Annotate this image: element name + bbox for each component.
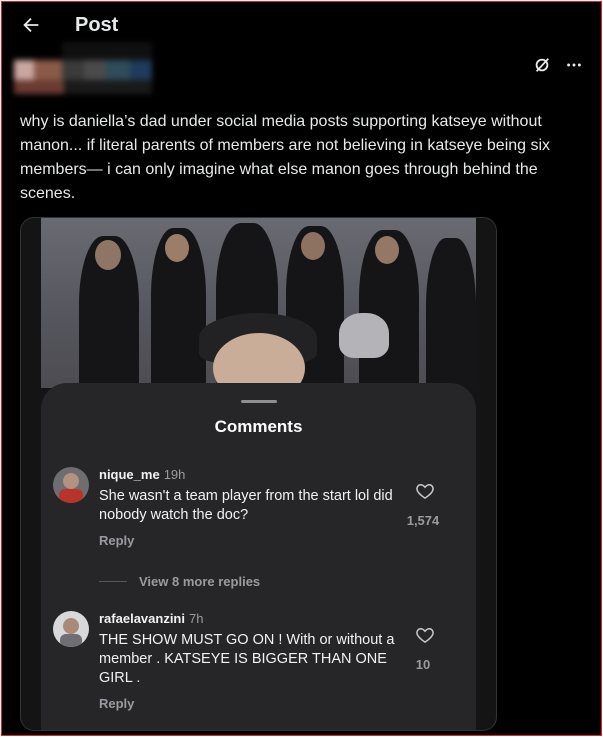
post-media[interactable]: Comments nique_me 19h She wasn't a team p… <box>20 217 497 731</box>
sheet-handle[interactable] <box>241 400 277 403</box>
heart-icon[interactable] <box>415 625 435 645</box>
avatar[interactable] <box>53 611 89 647</box>
like-count: 1,574 <box>406 513 440 528</box>
avatar[interactable] <box>53 467 89 503</box>
reply-button[interactable]: Reply <box>99 533 134 548</box>
reply-button[interactable]: Reply <box>99 696 134 711</box>
comment-username[interactable]: rafaelavanzini 7h <box>99 611 203 626</box>
divider <box>99 581 127 582</box>
post-actions <box>533 56 583 74</box>
heart-icon[interactable] <box>415 481 435 501</box>
like-count: 10 <box>415 657 431 672</box>
comments-title: Comments <box>214 417 303 436</box>
grok-icon[interactable] <box>533 56 551 74</box>
comment-username[interactable]: nique_me 19h <box>99 467 185 482</box>
comment-time: 7h <box>189 611 204 626</box>
comment-text: THE SHOW MUST GO ON ! With or without a … <box>99 632 395 686</box>
comment-time: 19h <box>163 467 186 482</box>
post-screen: Post why is daniella’s dad under social … <box>1 1 602 736</box>
view-more-label: View 8 more replies <box>139 574 261 589</box>
page-title: Post <box>75 14 119 36</box>
blurred-user-info <box>2 40 162 94</box>
view-more-replies-button[interactable]: View 8 more replies <box>99 574 260 589</box>
comment-item: nique_me 19h She wasn't a team player fro… <box>53 467 463 557</box>
group-photo <box>41 218 476 388</box>
comments-sheet: Comments nique_me 19h She wasn't a team p… <box>41 383 476 730</box>
comment-text: She wasn't a team player from the start … <box>99 488 393 523</box>
post-text: why is daniella’s dad under social media… <box>20 113 551 202</box>
more-icon[interactable] <box>565 56 583 74</box>
comment-item: rafaelavanzini 7h THE SHOW MUST GO ON ! W… <box>53 611 463 721</box>
back-arrow-icon[interactable] <box>20 14 42 36</box>
